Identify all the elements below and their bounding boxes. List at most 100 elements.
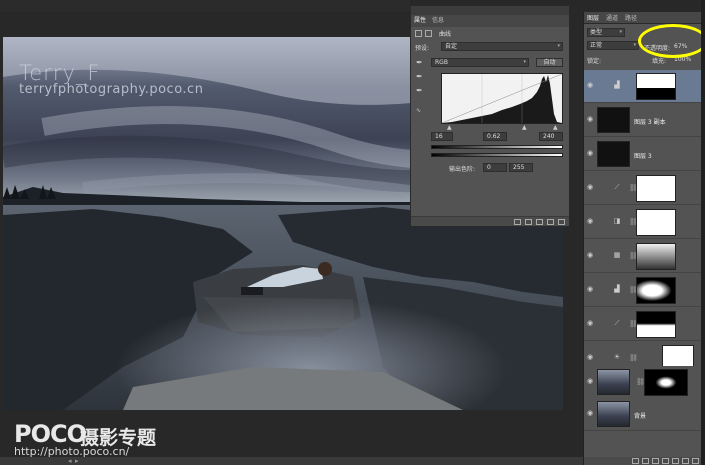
edit-curve-icon[interactable]: ∿ [416,106,426,116]
lock-label: 锁定: [587,58,602,65]
eye-icon[interactable]: ◉ [587,378,595,385]
add-mask-icon[interactable] [652,458,659,464]
layer-row[interactable]: ◉ ▟ ⛓ [584,274,702,307]
layer-mask-thumbnail[interactable] [644,369,688,396]
input-white-field[interactable]: 240 [539,132,563,141]
channel-mixer-icon: ▦ [613,251,621,259]
chevron-down-icon: ▾ [523,59,526,65]
panel-dock-strip [701,0,705,465]
preset-select[interactable]: 自定 ▾ [441,42,563,51]
curves-adjustment-icon [415,29,422,37]
white-point-slider-icon[interactable]: ▲ [553,125,558,131]
adjustment-header: 曲线 [411,27,569,39]
gamma-slider-icon[interactable]: ▲ [522,125,527,131]
layer-row[interactable]: ◉ ▦ ⛓ [584,240,702,273]
layer-mask-thumbnail[interactable] [636,209,676,236]
link-icon: ⛓ [629,354,638,362]
tab-channels[interactable]: 通道 [606,13,618,22]
document-tab-strip [0,0,410,12]
view-previous-icon[interactable] [525,218,532,225]
reset-icon[interactable] [536,218,543,225]
chevron-down-icon: ▾ [619,29,622,35]
new-group-icon[interactable] [672,458,679,464]
layers-panel: 图层 通道 路径 类型 ▾ 正常 ▾ 不透明度: 67% 锁定: 填充: 100… [583,12,702,465]
blend-mode-select[interactable]: 正常 ▾ [587,41,639,50]
curves-adjustment-icon: ⟋ [614,319,620,327]
chevron-down-icon: ▾ [633,42,636,48]
eye-icon[interactable]: ◉ [587,218,595,225]
visibility-icon[interactable] [547,218,554,225]
layer-row[interactable]: ◉ ⟋ ⛓ [584,172,702,205]
layer-thumbnail [597,369,630,395]
trash-icon[interactable] [558,218,565,225]
output-white-field[interactable]: 255 [509,163,533,172]
output-levels-label: 输出色阶: [449,166,476,173]
sample-black-eyedropper-icon[interactable]: ✒ [416,58,426,68]
eye-icon[interactable]: ◉ [587,410,595,417]
properties-panel-titlebar[interactable] [411,6,569,15]
layer-row[interactable]: ◉ 背景 [584,398,702,431]
watermark-url: terryfphotography.poco.cn [19,82,204,97]
scroll-right-icon[interactable]: ▸ [75,457,79,465]
eye-icon[interactable]: ◉ [587,82,595,89]
trash-icon[interactable] [692,458,699,464]
preset-value: 自定 [445,43,458,50]
layer-mask-thumbnail[interactable] [636,175,676,202]
eye-icon[interactable]: ◉ [587,354,595,361]
layer-mask-thumbnail[interactable] [636,311,676,338]
layer-row[interactable]: ◉ 图层 3 副本 [584,104,702,137]
input-black-field[interactable]: 16 [431,132,453,141]
new-layer-icon[interactable] [682,458,689,464]
input-gradient-bar [431,145,563,149]
eye-icon[interactable]: ◉ [587,252,595,259]
fx-icon[interactable] [642,458,649,464]
new-adjustment-icon[interactable] [662,458,669,464]
channel-value: RGB [435,59,448,66]
layer-row[interactable]: ◉ ⟋ ⛓ [584,308,702,341]
scroll-left-icon[interactable]: ◂ [68,457,72,465]
layer-mask-thumbnail[interactable] [636,277,676,304]
layer-mask-thumbnail[interactable] [636,73,676,100]
output-black-field[interactable]: 0 [483,163,507,172]
layer-row[interactable]: ◉ ⛓ [584,366,702,399]
layer-mask-thumbnail[interactable] [636,243,676,270]
output-gradient-bar [431,153,563,157]
properties-footer [411,216,569,226]
eye-icon[interactable]: ◉ [587,116,595,123]
input-sliders[interactable]: ▲ ▲ ▲ [441,125,563,131]
eye-icon[interactable]: ◉ [587,320,595,327]
auto-button[interactable]: 自动 [536,58,563,67]
layer-thumbnail [597,141,630,167]
levels-adjustment-icon: ▟ [614,81,620,89]
tab-info[interactable]: 信息 [432,15,444,27]
filter-kind-value: 类型 [590,29,603,36]
layer-row[interactable]: ◉ ◨ ⛓ [584,206,702,239]
eye-icon[interactable]: ◉ [587,286,595,293]
levels-adjustment-icon: ◨ [613,217,621,225]
black-point-slider-icon[interactable]: ▲ [447,125,452,131]
link-layers-icon[interactable] [632,458,639,464]
layers-panel-tabs: 图层 通道 路径 [584,12,701,24]
eye-icon[interactable]: ◉ [587,150,595,157]
eye-icon[interactable]: ◉ [587,184,595,191]
layer-name: 图层 3 副本 [634,119,666,126]
levels-adjustment-icon: ▟ [614,285,620,293]
properties-panel: 属性 信息 曲线 预设: 自定 ▾ ✒ RGB ▾ 自动 ✒ ✒ ∿ ▲ ▲ ▲… [410,5,570,227]
opacity-highlight-annotation [638,24,705,58]
histogram-graph[interactable] [441,73,563,124]
layer-row[interactable]: ◉ ▟ [584,70,702,103]
preset-label: 预设: [415,45,430,52]
channel-select[interactable]: RGB ▾ [431,58,529,67]
layer-row[interactable]: ◉ 图层 3 [584,138,702,171]
sample-white-eyedropper-icon[interactable]: ✒ [416,86,426,96]
layer-thumbnail [597,401,630,427]
tab-layers[interactable]: 图层 [587,13,599,22]
tab-properties[interactable]: 属性 [414,15,426,27]
tab-paths[interactable]: 路径 [625,13,637,22]
input-gamma-field[interactable]: 0.62 [483,132,507,141]
sample-gray-eyedropper-icon[interactable]: ✒ [416,72,426,82]
clip-to-layer-icon[interactable] [514,218,521,225]
layer-filter-select[interactable]: 类型 ▾ [587,28,625,37]
brightness-icon: ☀ [613,353,621,361]
layer-mask-icon[interactable] [425,29,432,37]
